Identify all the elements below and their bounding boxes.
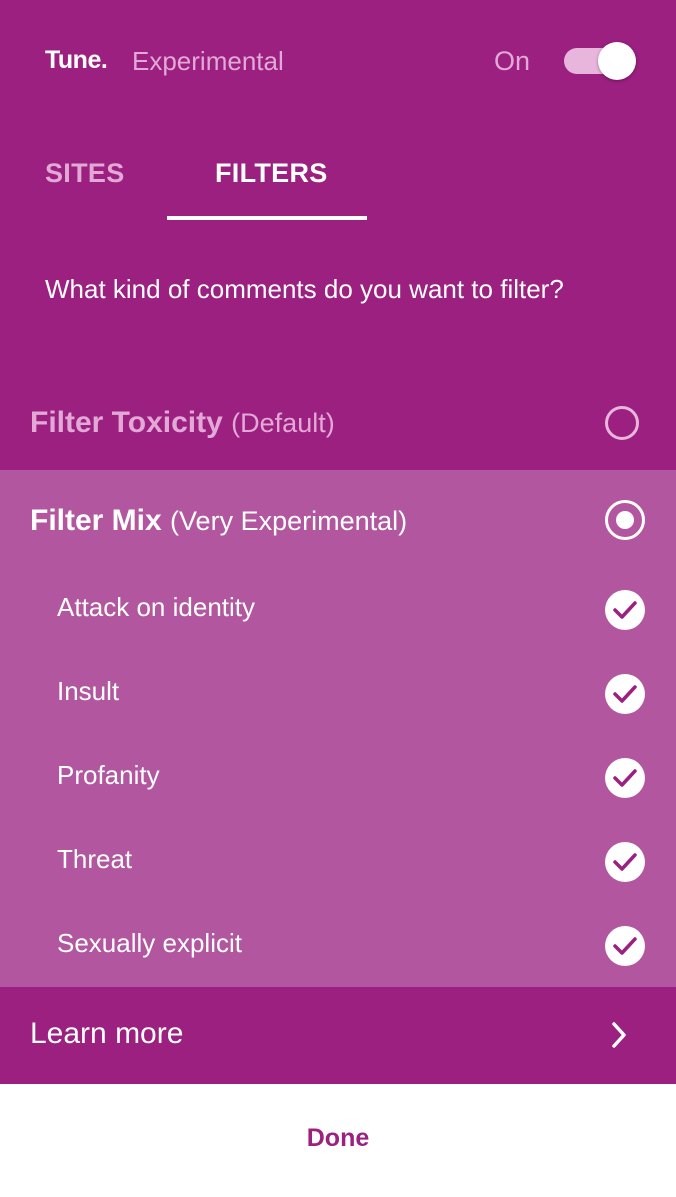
tab-bar: SITES FILTERS — [0, 122, 676, 223]
done-button[interactable]: Done — [0, 1124, 676, 1153]
checkmark-icon[interactable] — [605, 842, 645, 882]
filter-mix-radio[interactable] — [605, 500, 645, 540]
tab-sites[interactable]: SITES — [45, 158, 125, 189]
filter-item-sexually-explicit[interactable]: Sexually explicit — [0, 904, 676, 988]
checkmark-icon[interactable] — [605, 758, 645, 798]
filter-item-threat[interactable]: Threat — [0, 820, 676, 904]
filter-mix-label: Filter Mix (Very Experimental) — [30, 504, 407, 538]
filter-item-label: Profanity — [57, 760, 160, 790]
tab-filters[interactable]: FILTERS — [215, 158, 328, 189]
filter-mix-section: Filter Mix (Very Experimental) Attack on… — [0, 470, 676, 987]
brand-subtitle: Experimental — [132, 46, 284, 76]
filter-item-label: Threat — [57, 844, 133, 874]
learn-more-label: Learn more — [30, 1017, 184, 1050]
toggle-label: On — [494, 46, 531, 76]
brand-title: Tune. — [45, 46, 108, 74]
filter-toxicity-note: (Default) — [231, 408, 335, 438]
filter-toxicity-option[interactable]: Filter Toxicity (Default) — [0, 380, 676, 470]
enable-toggle[interactable] — [564, 42, 636, 80]
filter-mix-note: (Very Experimental) — [170, 506, 408, 536]
filter-item-attack-on-identity[interactable]: Attack on identity — [0, 568, 676, 652]
learn-more-row[interactable]: Learn more — [0, 987, 676, 1084]
filter-item-label: Attack on identity — [57, 592, 255, 622]
filter-toxicity-radio[interactable] — [605, 406, 639, 440]
checkmark-icon[interactable] — [605, 590, 645, 630]
chevron-right-icon — [610, 1021, 628, 1054]
active-tab-indicator — [167, 216, 367, 220]
filter-toxicity-title: Filter Toxicity — [30, 406, 223, 439]
filter-mix-title: Filter Mix — [30, 504, 162, 537]
filter-question: What kind of comments do you want to fil… — [45, 274, 564, 304]
checkmark-icon[interactable] — [605, 674, 645, 714]
filter-item-label: Insult — [57, 676, 120, 706]
tune-settings-panel: Tune. Experimental On SITES FILTERS What… — [0, 0, 676, 1197]
filter-item-profanity[interactable]: Profanity — [0, 736, 676, 820]
footer: Done — [0, 1084, 676, 1197]
filter-toxicity-label: Filter Toxicity (Default) — [30, 406, 335, 440]
filter-item-label: Sexually explicit — [57, 928, 242, 958]
radio-dot — [616, 511, 634, 529]
toggle-knob — [598, 42, 636, 80]
filter-item-insult[interactable]: Insult — [0, 652, 676, 736]
header: Tune. Experimental On — [0, 0, 676, 122]
checkmark-icon[interactable] — [605, 926, 645, 966]
